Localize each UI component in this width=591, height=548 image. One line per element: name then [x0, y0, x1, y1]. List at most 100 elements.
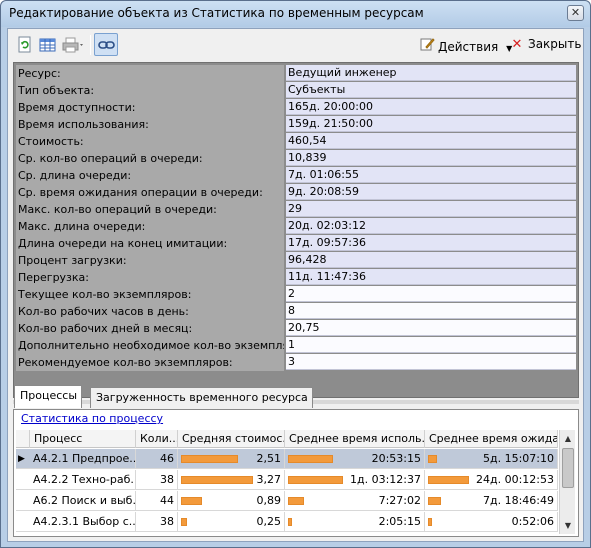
- property-value[interactable]: 29: [286, 201, 576, 217]
- property-label: Длина очереди на конец имитации:: [16, 235, 284, 252]
- property-label: Ср. время ожидания операции в очереди:: [16, 184, 284, 201]
- column-header-count[interactable]: Коли...: [136, 430, 178, 448]
- cell-count: 38: [136, 512, 178, 532]
- refresh-icon[interactable]: [16, 36, 34, 54]
- property-row[interactable]: Ср. время ожидания операции в очереди: 9д…: [16, 184, 576, 201]
- property-value[interactable]: 96,428: [286, 252, 576, 268]
- actions-menu-button[interactable]: Действия ▼: [419, 37, 512, 54]
- property-value[interactable]: 159д. 21:50:00: [286, 116, 576, 132]
- value-bar: [181, 518, 187, 526]
- property-row[interactable]: Время использования: 159д. 21:50:00: [16, 116, 576, 133]
- property-row[interactable]: Макс. кол-во операций в очереди: 29: [16, 201, 576, 218]
- cell-text: 46: [160, 452, 174, 465]
- table-row[interactable]: А4.2.3.1 Выбор с... 38 0,25 2:05:15 0:52:06: [16, 512, 558, 532]
- cell-text: 24д. 00:12:53: [476, 473, 554, 486]
- value-bar: [181, 476, 253, 484]
- table-vertical-scrollbar[interactable]: ▲ ▼: [559, 430, 575, 534]
- cell-avg-cost: 2,51: [178, 449, 285, 469]
- cell-count: 44: [136, 491, 178, 511]
- cell-count: 46: [136, 449, 178, 469]
- property-value[interactable]: 3: [286, 354, 576, 370]
- column-header-avg-wait-time[interactable]: Среднее время ожида...: [425, 430, 558, 448]
- cell-process: А4.2.1 Предпрое...: [30, 449, 136, 469]
- property-value[interactable]: Ведущий инженер: [286, 65, 576, 81]
- property-label: Процент загрузки:: [16, 252, 284, 269]
- property-value[interactable]: 17д. 09:57:36: [286, 235, 576, 251]
- property-value[interactable]: 165д. 20:00:00: [286, 99, 576, 115]
- value-bar: [428, 518, 432, 526]
- property-row[interactable]: Длина очереди на конец имитации: 17д. 09:…: [16, 235, 576, 252]
- property-value[interactable]: 460,54: [286, 133, 576, 149]
- table-header: Процесс Коли... Средняя стоимос... Средн…: [16, 430, 558, 448]
- property-label: Тип объекта:: [16, 82, 284, 99]
- property-value[interactable]: 9д. 20:08:59: [286, 184, 576, 200]
- tab-processes[interactable]: Процессы: [14, 385, 83, 408]
- actions-label: Действия: [438, 40, 499, 54]
- property-row[interactable]: Кол-во рабочих часов в день: 8: [16, 303, 576, 320]
- property-row[interactable]: Текущее кол-во экземпляров: 2: [16, 286, 576, 303]
- cell-text: 44: [160, 494, 174, 507]
- toolbar-separator: [90, 35, 91, 55]
- editor-window: Редактирование объекта из Статистика по …: [0, 0, 591, 548]
- cell-text: 38: [160, 473, 174, 486]
- table-row[interactable]: А4.2.2 Техно-раб... 38 3,27 1д. 03:12:37 24д…: [16, 470, 558, 490]
- property-label: Текущее кол-во экземпляров:: [16, 286, 284, 303]
- column-header-avg-cost[interactable]: Средняя стоимос...: [178, 430, 285, 448]
- table-row[interactable]: А6.2 Поиск и выб... 44 0,89 7:27:02 7д. 18:4…: [16, 491, 558, 511]
- cell-avg-cost: 0,89: [178, 491, 285, 511]
- property-label: Рекомендуемое кол-во экземпляров:: [16, 354, 284, 371]
- link-icon: [98, 41, 115, 49]
- scroll-up-icon[interactable]: ▲: [561, 431, 575, 446]
- value-bar: [181, 455, 238, 463]
- property-value[interactable]: 2: [286, 286, 576, 302]
- property-value[interactable]: 20д. 02:03:12: [286, 218, 576, 234]
- scroll-thumb[interactable]: [562, 448, 574, 488]
- cell-text: 20:53:15: [371, 452, 421, 465]
- property-value[interactable]: Субъекты: [286, 82, 576, 98]
- process-table: Процесс Коли... Средняя стоимос... Средн…: [16, 430, 558, 534]
- property-row[interactable]: Перегрузка: 11д. 11:47:36: [16, 269, 576, 286]
- property-label: Дополнительно необходимое кол-во экземпл…: [16, 337, 284, 354]
- property-label: Стоимость:: [16, 133, 284, 150]
- cell-text: 3,27: [256, 473, 282, 486]
- table-row[interactable]: ▶ А4.2.1 Предпрое... 46 2,51 20:53:15 5д. 15:…: [16, 449, 558, 469]
- tab-resource-load[interactable]: Загруженность временного ресурса: [90, 387, 313, 408]
- print-icon[interactable]: [62, 36, 86, 54]
- column-header-process[interactable]: Процесс: [30, 430, 136, 448]
- property-value[interactable]: 10,839: [286, 150, 576, 166]
- value-bar: [181, 497, 202, 505]
- property-row[interactable]: Время доступности: 165д. 20:00:00: [16, 99, 576, 116]
- property-row[interactable]: Тип объекта: Субъекты: [16, 82, 576, 99]
- property-label: Перегрузка:: [16, 269, 284, 286]
- property-row[interactable]: Процент загрузки: 96,428: [16, 252, 576, 269]
- property-row[interactable]: Кол-во рабочих дней в месяц: 20,75: [16, 320, 576, 337]
- scroll-down-icon[interactable]: ▼: [561, 518, 575, 533]
- column-header-avg-use-time[interactable]: Среднее время исполь...: [285, 430, 425, 448]
- link-button[interactable]: [94, 33, 118, 56]
- property-row[interactable]: Стоимость: 460,54: [16, 133, 576, 150]
- property-row[interactable]: Ср. длина очереди: 7д. 01:06:55: [16, 167, 576, 184]
- process-statistics-link[interactable]: Статистика по процессу: [21, 412, 163, 425]
- tab-panel-processes: Статистика по процессу Процесс Коли... С…: [13, 409, 579, 537]
- table-icon[interactable]: [39, 36, 57, 54]
- property-label: Время использования:: [16, 116, 284, 133]
- value-bar: [288, 497, 304, 505]
- property-row[interactable]: Макс. длина очереди: 20д. 02:03:12: [16, 218, 576, 235]
- property-row[interactable]: Дополнительно необходимое кол-во экземпл…: [16, 337, 576, 354]
- title-bar[interactable]: Редактирование объекта из Статистика по …: [1, 1, 590, 27]
- property-value[interactable]: 7д. 01:06:55: [286, 167, 576, 183]
- property-label: Макс. кол-во операций в очереди:: [16, 201, 284, 218]
- property-row[interactable]: Рекомендуемое кол-во экземпляров: 3: [16, 354, 576, 371]
- window-close-button[interactable]: ✕: [567, 5, 584, 21]
- property-value[interactable]: 1: [286, 337, 576, 353]
- value-bar: [288, 518, 292, 526]
- property-value[interactable]: 8: [286, 303, 576, 319]
- cell-avg-use-time: 7:27:02: [285, 491, 425, 511]
- cell-avg-cost: 3,27: [178, 470, 285, 490]
- close-button[interactable]: ✕ Закрыть: [509, 37, 582, 52]
- property-value[interactable]: 20,75: [286, 320, 576, 336]
- property-value[interactable]: 11д. 11:47:36: [286, 269, 576, 285]
- property-row[interactable]: Ресурс: Ведущий инженер: [16, 65, 576, 82]
- window-title: Редактирование объекта из Статистика по …: [9, 6, 424, 20]
- property-row[interactable]: Ср. кол-во операций в очереди: 10,839: [16, 150, 576, 167]
